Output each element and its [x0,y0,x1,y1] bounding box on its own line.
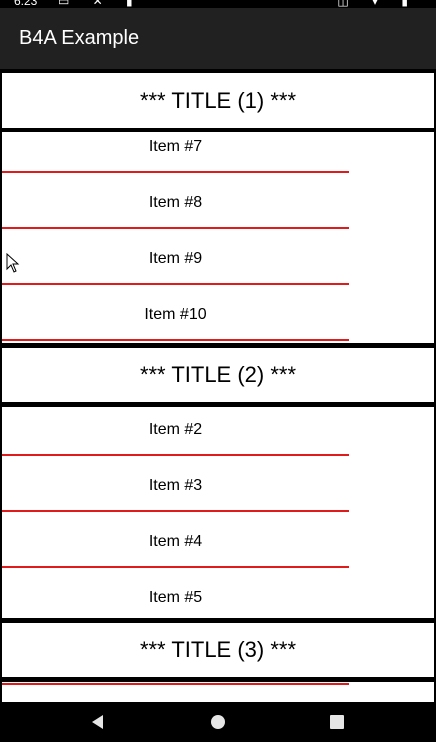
item-divider [2,339,349,341]
status-time: 6:23 [14,0,38,8]
list-item[interactable]: Item #4 [2,533,349,551]
section-title-2: *** TITLE (2) *** [2,348,434,402]
item-divider [2,566,349,568]
item-divider [2,171,349,173]
item-divider [2,283,349,285]
list-item[interactable]: Item #7 [2,138,349,156]
status-left-icons: ▭ ✕ ▮ [58,0,143,8]
app-title: B4A Example [19,27,140,49]
section-title-2-label: *** TITLE (2) *** [139,362,297,387]
item-divider [2,227,349,229]
section-title-1: *** TITLE (1) *** [2,73,434,128]
status-right-icons: ◫ ▾ ▮ [337,0,418,8]
recents-icon[interactable] [325,710,349,734]
mouse-cursor-icon [6,252,20,278]
app-bar: B4A Example [0,8,436,69]
list-item[interactable]: Item #8 [2,194,349,212]
section-title-3: *** TITLE (3) *** [2,623,434,677]
section-list-1[interactable]: Item #7 Item #8 Item #9 Item #10 [2,132,434,343]
list-item[interactable]: Item #10 [2,306,349,324]
item-divider [2,683,349,685]
section-title-1-label: *** TITLE (1) *** [139,87,297,113]
system-nav-bar [0,702,436,742]
home-icon[interactable] [206,710,230,734]
section-list-3[interactable] [2,682,434,702]
section-list-2[interactable]: Item #2 Item #3 Item #4 Item #5 [2,407,434,618]
back-icon[interactable] [86,710,110,734]
list-item[interactable]: Item #9 [2,250,349,268]
section-title-3-label: *** TITLE (3) *** [139,637,297,662]
list-item[interactable]: Item #3 [2,477,349,495]
list-item[interactable]: Item #2 [2,421,349,439]
status-bar: 6:23 ▭ ✕ ▮ ◫ ▾ ▮ [0,0,436,8]
item-divider [2,454,349,456]
list-item[interactable]: Item #5 [2,589,349,607]
item-divider [2,510,349,512]
